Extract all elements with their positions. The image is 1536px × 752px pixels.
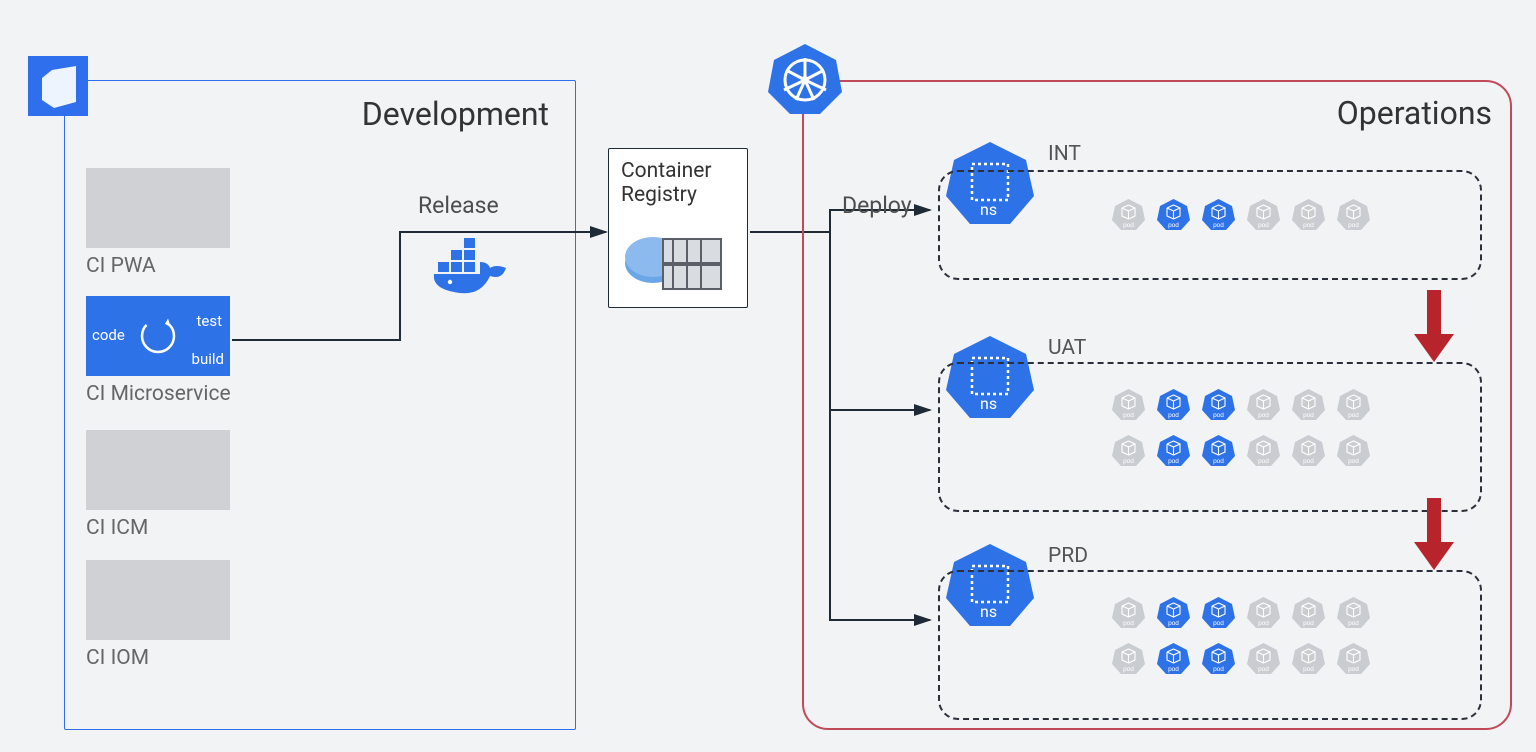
env-int-label: INT: [1048, 142, 1081, 166]
pod-icon: pod: [1112, 198, 1145, 231]
svg-text:pod: pod: [1303, 666, 1314, 673]
pod-icon: pod: [1337, 434, 1370, 467]
registry-icon: [623, 217, 733, 297]
svg-text:pod: pod: [1303, 222, 1314, 229]
pod-icon: pod: [1292, 642, 1325, 675]
svg-text:pod: pod: [1348, 666, 1359, 673]
pod-icon: pod: [1292, 596, 1325, 629]
pod-icon: pod: [1202, 642, 1235, 675]
pod-icon: pod: [1157, 596, 1190, 629]
operations-title: Operations: [1337, 94, 1492, 132]
pod-icon: pod: [1247, 198, 1280, 231]
svg-text:pod: pod: [1123, 620, 1134, 627]
arrow-uat-to-prd: [1414, 498, 1454, 570]
pod-icon: pod: [1157, 642, 1190, 675]
svg-text:pod: pod: [1213, 620, 1224, 627]
pod-row-prd-0: pod pod pod pod pod: [1112, 596, 1370, 629]
release-label: Release: [418, 192, 499, 219]
pod-row-uat-1: pod pod pod pod pod: [1112, 434, 1370, 467]
kubernetes-icon: [766, 40, 844, 118]
svg-text:pod: pod: [1348, 222, 1359, 229]
pod-icon: pod: [1247, 642, 1280, 675]
svg-text:pod: pod: [1348, 412, 1359, 419]
pod-icon: pod: [1292, 434, 1325, 467]
svg-text:pod: pod: [1123, 222, 1134, 229]
pod-icon: pod: [1247, 596, 1280, 629]
pod-icon: pod: [1157, 434, 1190, 467]
svg-text:pod: pod: [1168, 412, 1179, 419]
pod-icon: pod: [1157, 388, 1190, 421]
svg-text:pod: pod: [1348, 620, 1359, 627]
pod-icon: pod: [1202, 198, 1235, 231]
svg-text:pod: pod: [1123, 666, 1134, 673]
docker-icon: [430, 232, 520, 302]
pod-icon: pod: [1112, 388, 1145, 421]
pod-icon: pod: [1112, 434, 1145, 467]
svg-text:pod: pod: [1168, 666, 1179, 673]
pod-icon: pod: [1202, 596, 1235, 629]
container-registry: Container Registry: [608, 148, 748, 308]
pod-icon: pod: [1247, 388, 1280, 421]
registry-line1: Container: [621, 159, 712, 183]
svg-text:pod: pod: [1258, 620, 1269, 627]
svg-text:pod: pod: [1213, 412, 1224, 419]
svg-text:pod: pod: [1168, 222, 1179, 229]
svg-text:pod: pod: [1123, 458, 1134, 465]
svg-text:pod: pod: [1213, 666, 1224, 673]
pod-icon: pod: [1337, 596, 1370, 629]
svg-text:pod: pod: [1213, 458, 1224, 465]
svg-text:pod: pod: [1348, 458, 1359, 465]
pod-row-int-0: pod pod pod pod pod: [1112, 198, 1370, 231]
svg-text:pod: pod: [1168, 620, 1179, 627]
pod-icon: pod: [1292, 388, 1325, 421]
svg-text:pod: pod: [1258, 458, 1269, 465]
arrow-int-to-uat: [1414, 290, 1454, 362]
pod-row-uat-0: pod pod pod pod pod: [1112, 388, 1370, 421]
pod-icon: pod: [1292, 198, 1325, 231]
pod-icon: pod: [1337, 388, 1370, 421]
pod-icon: pod: [1202, 434, 1235, 467]
pod-icon: pod: [1112, 642, 1145, 675]
svg-text:pod: pod: [1303, 620, 1314, 627]
svg-text:pod: pod: [1303, 412, 1314, 419]
pod-icon: pod: [1247, 434, 1280, 467]
svg-text:pod: pod: [1168, 458, 1179, 465]
pod-icon: pod: [1112, 596, 1145, 629]
env-uat-label: UAT: [1048, 336, 1086, 360]
env-prd-label: PRD: [1048, 544, 1088, 568]
pod-icon: pod: [1157, 198, 1190, 231]
svg-text:pod: pod: [1123, 412, 1134, 419]
svg-text:pod: pod: [1303, 458, 1314, 465]
svg-text:pod: pod: [1258, 666, 1269, 673]
pod-icon: pod: [1337, 198, 1370, 231]
registry-line2: Registry: [621, 183, 697, 207]
svg-text:pod: pod: [1258, 412, 1269, 419]
svg-text:pod: pod: [1213, 222, 1224, 229]
pod-row-prd-1: pod pod pod pod pod: [1112, 642, 1370, 675]
pod-icon: pod: [1202, 388, 1235, 421]
pod-icon: pod: [1337, 642, 1370, 675]
svg-text:pod: pod: [1258, 222, 1269, 229]
